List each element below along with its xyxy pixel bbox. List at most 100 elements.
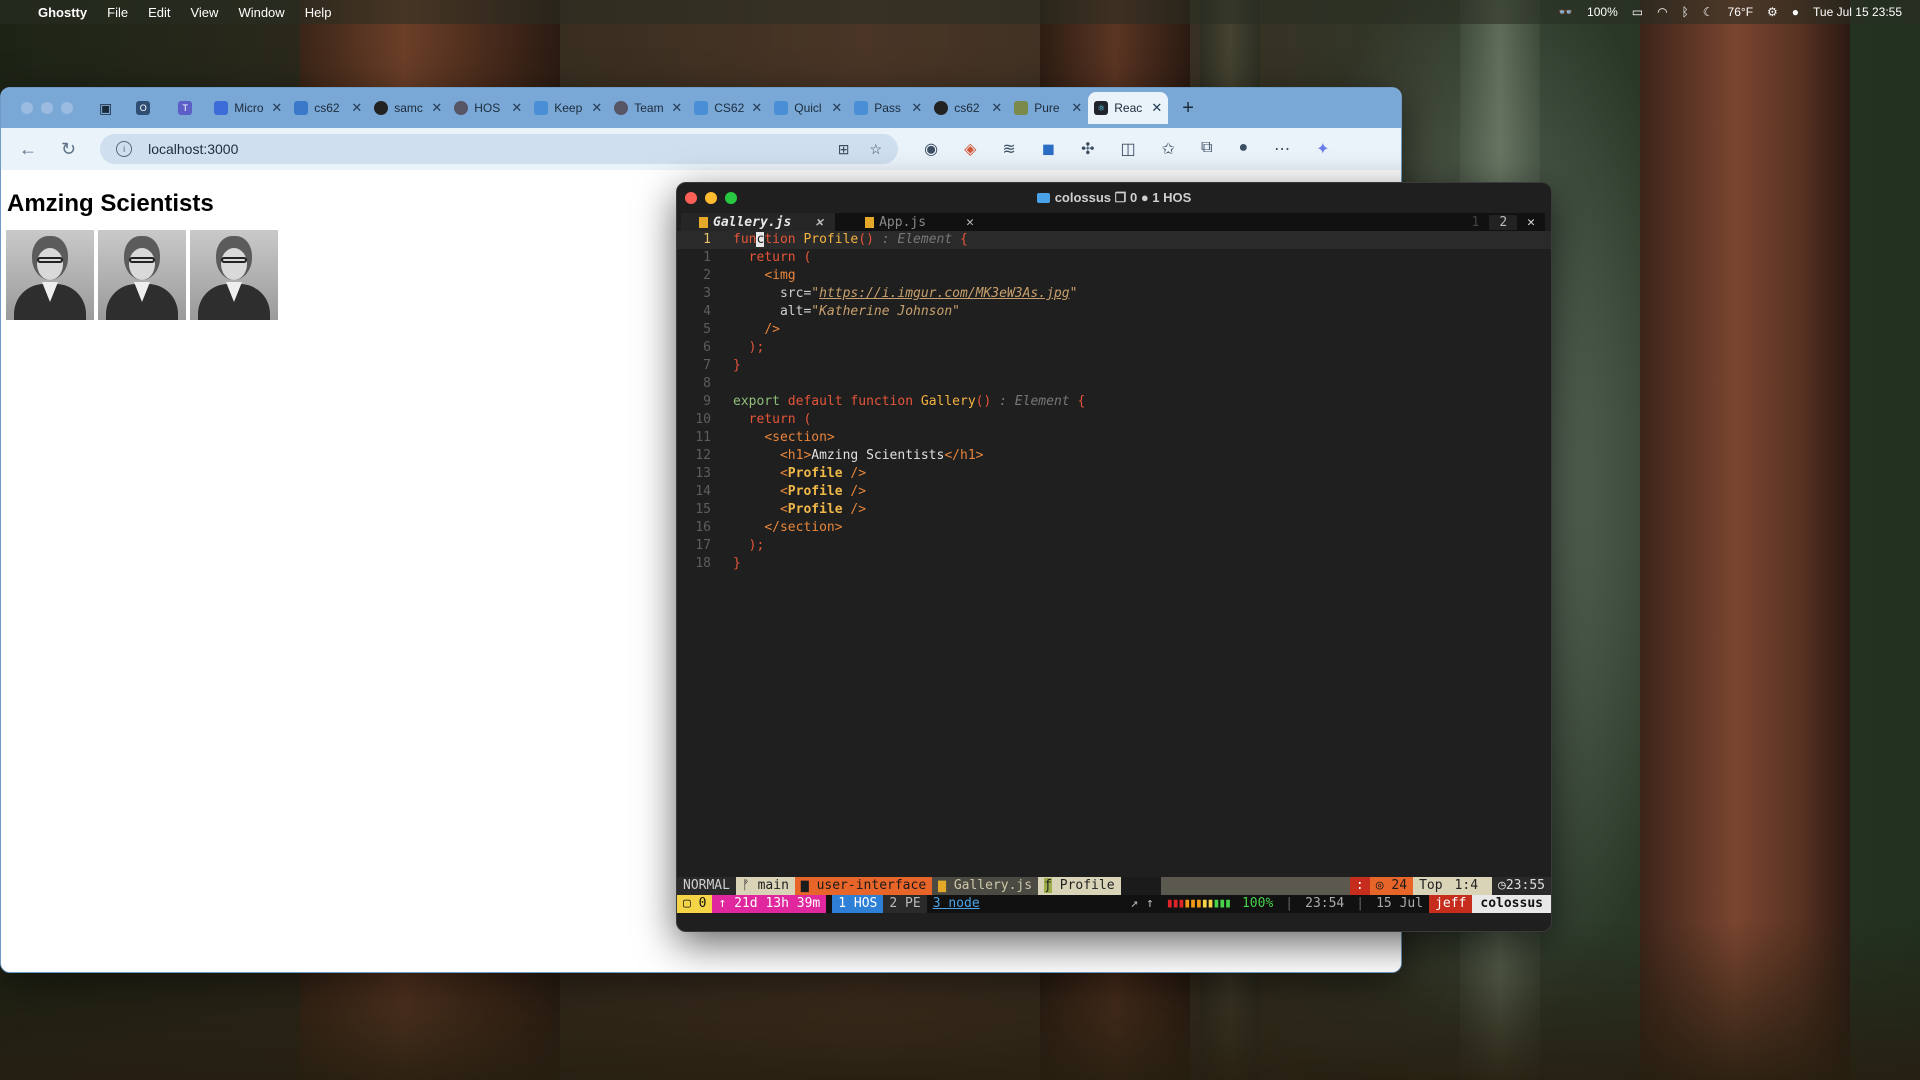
tabpage-1[interactable]: 1	[1462, 215, 1490, 230]
browser-tab[interactable]: samc ✕	[368, 92, 448, 124]
tmux-window-1[interactable]: 1 HOS	[832, 895, 884, 913]
menu-view[interactable]: View	[190, 5, 218, 20]
buffer-tab-app[interactable]: App.js ✕	[835, 213, 986, 231]
close-window-button[interactable]	[21, 102, 33, 114]
tmux-user: jeff	[1429, 895, 1473, 913]
app-available-icon[interactable]: ⊞	[838, 141, 850, 158]
browser-tab[interactable]: cs62 ✕	[288, 92, 368, 124]
buffer-tabline: Gallery.js ✕ App.js ✕ 1 2 ✕	[681, 213, 1545, 231]
git-branch: ᚠ main	[735, 877, 795, 895]
tab-actions-icon[interactable]: ▣	[99, 100, 112, 117]
code-line: 17 );	[695, 538, 765, 553]
browser-tab[interactable]: Quicl ✕	[768, 92, 848, 124]
tmux-window-2[interactable]: 2 PE	[883, 895, 927, 913]
tmux-uptime: ↑ 21d 13h 39m	[712, 895, 827, 913]
profile-photo	[6, 230, 94, 320]
site-info-icon[interactable]: i	[116, 141, 133, 157]
wifi-icon[interactable]: ◠	[1657, 5, 1667, 19]
control-center-icon[interactable]: ⚙	[1767, 5, 1778, 19]
buffer-close-icon[interactable]: ✕	[966, 215, 974, 230]
menu-window[interactable]: Window	[238, 5, 284, 20]
code-line: 14 <Profile />	[695, 484, 867, 499]
browser-tab[interactable]: Team ✕	[608, 92, 688, 124]
menu-help[interactable]: Help	[305, 5, 332, 20]
extension-icon[interactable]: ◉	[924, 139, 938, 159]
extension-icon[interactable]: ≋	[1002, 139, 1015, 159]
tab-label: Micro	[234, 101, 264, 115]
menu-app-name[interactable]: Ghostty	[38, 5, 87, 20]
tab-close-icon[interactable]: ✕	[351, 100, 362, 116]
tab-label: cs62	[954, 101, 980, 115]
tmux-window-0[interactable]: ▢ 0	[677, 895, 713, 913]
split-screen-icon[interactable]: ◫	[1120, 139, 1135, 159]
siri-icon[interactable]: ●	[1792, 5, 1799, 19]
menu-edit[interactable]: Edit	[148, 5, 170, 20]
buffer-close-icon[interactable]: ✕	[815, 215, 823, 230]
code-editor[interactable]: 1 function Profile() : Element { 1 return…	[677, 231, 1551, 573]
tabpage-2[interactable]: 2	[1489, 214, 1518, 230]
reload-icon[interactable]: ↻	[61, 139, 76, 160]
browser-tab[interactable]: cs62 ✕	[928, 92, 1008, 124]
profile-avatar-icon[interactable]: ●	[1238, 139, 1248, 159]
profile-photo	[190, 230, 278, 320]
clock-icon: ◷	[1498, 878, 1506, 893]
tab-close-icon[interactable]: ✕	[751, 100, 762, 116]
copilot-icon[interactable]: ✦	[1316, 139, 1329, 159]
tab-close-icon[interactable]: ✕	[271, 100, 282, 116]
macos-menubar: Ghostty File Edit View Window Help 👓 100…	[0, 0, 1920, 24]
tab-close-icon[interactable]: ✕	[911, 100, 922, 116]
menu-file[interactable]: File	[107, 5, 128, 20]
battery-icon[interactable]: ▭	[1632, 5, 1643, 19]
buffer-tab-gallery[interactable]: Gallery.js ✕	[681, 213, 836, 231]
extension-icon[interactable]: ◼	[1042, 139, 1055, 159]
browser-tab[interactable]: Pass ✕	[848, 92, 928, 124]
zoom-window-button[interactable]	[61, 102, 73, 114]
tab-close-icon[interactable]: ✕	[511, 100, 522, 116]
new-tab-button[interactable]: +	[1182, 97, 1194, 120]
tab-favicon-icon	[294, 101, 309, 115]
browser-tab[interactable]: Micro ✕	[208, 92, 288, 124]
pinned-tab-outlook[interactable]: O	[130, 92, 172, 124]
pinned-tab-teams[interactable]: T	[172, 92, 208, 124]
code-line: 13 <Profile />	[695, 466, 867, 481]
address-url[interactable]: localhost:3000	[148, 141, 238, 157]
glasses-icon[interactable]: 👓	[1558, 5, 1573, 19]
minimize-window-button[interactable]	[41, 102, 53, 114]
statusline-clock: ◷23:55	[1492, 877, 1551, 895]
browser-tab[interactable]: CS62 ✕	[688, 92, 768, 124]
menubar-clock[interactable]: Tue Jul 15 23:55	[1813, 5, 1902, 19]
tab-label: Pure	[1034, 101, 1060, 115]
favorite-star-icon[interactable]: ☆	[870, 141, 883, 158]
tmux-window-3[interactable]: 3 node	[927, 895, 986, 913]
collections-icon[interactable]: ⧉	[1201, 139, 1212, 159]
browser-tab-active[interactable]: ⚛ Reac ✕	[1088, 92, 1169, 124]
tab-close-icon[interactable]: ✕	[431, 100, 442, 116]
code-line: 11 <section>	[695, 430, 835, 445]
weather-icon[interactable]: ☾	[1703, 5, 1714, 19]
back-arrow-icon[interactable]: ←	[19, 139, 37, 160]
github-icon	[934, 101, 949, 115]
window-controls	[21, 102, 73, 114]
tab-close-icon[interactable]: ✕	[1151, 100, 1162, 116]
tab-close-icon[interactable]: ✕	[991, 100, 1002, 116]
bluetooth-icon[interactable]: ᛒ	[1682, 5, 1689, 19]
tab-close-icon[interactable]: ✕	[1071, 100, 1082, 116]
separator: |	[1285, 896, 1294, 911]
more-menu-icon[interactable]: ⋯	[1274, 139, 1290, 159]
extensions-puzzle-icon[interactable]: ✣	[1081, 139, 1094, 159]
browser-tab[interactable]: Pure ✕	[1008, 92, 1088, 124]
browser-tab[interactable]: HOS ✕	[448, 92, 528, 124]
tab-close-icon[interactable]: ✕	[671, 100, 682, 116]
code-line: 1 return (	[703, 250, 812, 265]
tab-close-icon[interactable]: ✕	[831, 100, 842, 116]
browser-tab[interactable]: Keep ✕	[528, 92, 608, 124]
tab-label: cs62	[314, 101, 340, 115]
js-file-icon: ▆	[938, 878, 954, 893]
weather-temp[interactable]: 76°F	[1728, 5, 1753, 19]
favorites-icon[interactable]: ✩	[1162, 139, 1175, 159]
tab-close-icon[interactable]: ✕	[591, 100, 602, 116]
address-bar[interactable]: i localhost:3000 ⊞ ☆	[100, 134, 899, 164]
extension-icon[interactable]: ◈	[964, 139, 976, 159]
tabpage-close-icon[interactable]: ✕	[1517, 215, 1545, 230]
current-file: ▆ Gallery.js	[932, 877, 1039, 895]
